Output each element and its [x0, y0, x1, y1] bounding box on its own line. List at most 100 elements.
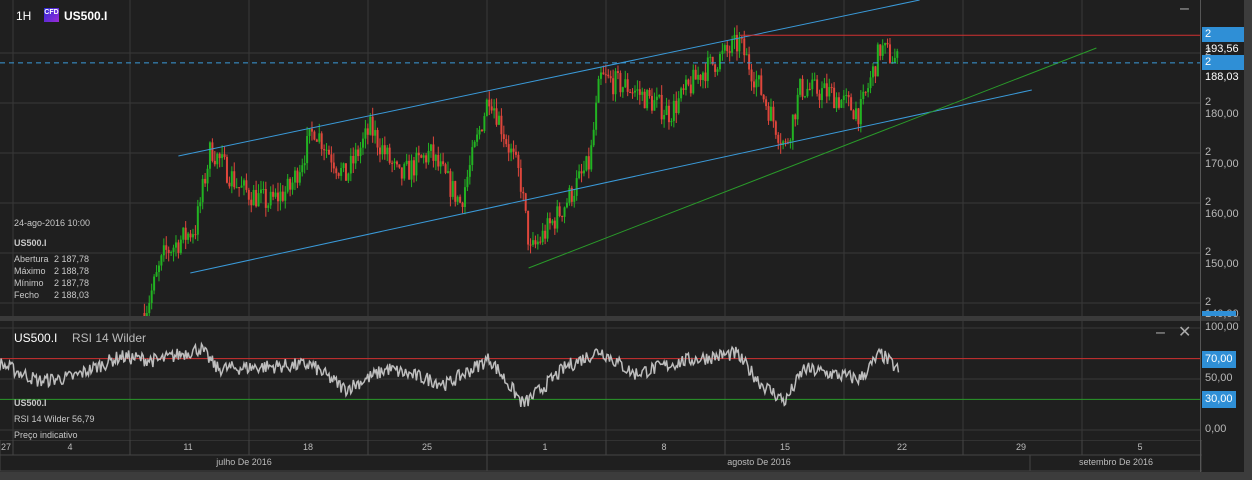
candle: [682, 88, 685, 90]
candle: [376, 130, 379, 148]
scroll-tag[interactable]: [1202, 311, 1236, 316]
candle: [444, 164, 447, 173]
candle: [510, 148, 513, 153]
candle: [876, 44, 879, 77]
candle: [213, 160, 216, 165]
candle: [638, 89, 641, 95]
candle: [308, 128, 311, 136]
candle: [536, 241, 539, 245]
candle: [803, 96, 806, 98]
candle: [206, 168, 209, 184]
candle: [330, 154, 333, 163]
candle: [670, 121, 673, 123]
candle: [837, 97, 840, 108]
candle: [619, 72, 622, 93]
candle: [157, 265, 160, 273]
candle: [590, 145, 593, 170]
candle: [403, 164, 406, 179]
candle: [721, 50, 724, 55]
candle: [463, 187, 466, 207]
candle: [808, 88, 811, 90]
candle: [245, 180, 248, 190]
candle: [427, 150, 430, 163]
candle: [862, 91, 865, 99]
candle: [748, 54, 751, 70]
candle: [522, 191, 525, 194]
candle: [412, 160, 415, 176]
minimize-icon[interactable]: –: [1156, 325, 1165, 341]
candle: [546, 218, 549, 239]
minimize-icon[interactable]: –: [1180, 1, 1189, 17]
day-label: 4: [67, 442, 73, 452]
candle: [653, 100, 656, 111]
rsi-title: RSI 14 Wilder: [72, 331, 147, 345]
candle: [199, 202, 202, 207]
candle: [599, 72, 602, 79]
candle: [148, 302, 151, 314]
candle: [293, 170, 296, 183]
candle: [743, 38, 746, 56]
candle: [332, 162, 335, 169]
candle: [512, 148, 515, 152]
symbol-label[interactable]: US500.I: [64, 9, 107, 23]
candle: [208, 142, 211, 169]
candle: [405, 160, 408, 165]
candle: [162, 245, 165, 256]
candle: [327, 149, 330, 155]
price-tick-label: 2 160,00: [1205, 196, 1239, 220]
candle: [179, 239, 182, 253]
candle: [347, 173, 350, 181]
rsi-chart[interactable]: [0, 321, 1200, 441]
candle: [361, 138, 364, 148]
candle: [238, 187, 241, 189]
candle: [325, 149, 328, 151]
candle: [250, 199, 253, 206]
info-datetime: 24-ago-2016 10:00: [14, 218, 91, 228]
rsi-info-symbol: US500.I: [14, 398, 47, 408]
candle: [187, 233, 190, 240]
ohlc-label: Máximo: [14, 266, 46, 276]
price-tick-label: 2 180,00: [1205, 96, 1239, 120]
day-label: 25: [421, 442, 433, 452]
candle: [699, 74, 702, 81]
candle: [400, 167, 403, 179]
candle: [626, 79, 629, 92]
candle: [631, 92, 634, 94]
candle: [658, 94, 661, 97]
month-label: agosto De 2016: [727, 457, 791, 467]
candle: [184, 227, 187, 240]
candle: [842, 95, 845, 101]
candle: [318, 133, 321, 142]
candle: [289, 178, 292, 190]
candle: [497, 115, 500, 125]
candle: [850, 97, 853, 111]
candle: [194, 234, 197, 236]
candle: [529, 244, 532, 246]
candle: [609, 76, 612, 79]
candle: [415, 152, 418, 176]
candle: [801, 78, 804, 97]
timeframe-label[interactable]: 1H: [16, 9, 31, 23]
candle: [663, 115, 666, 120]
day-label: 8: [661, 442, 667, 452]
candle: [291, 182, 294, 190]
candle: [752, 81, 755, 88]
candle: [881, 45, 884, 56]
candle: [344, 163, 347, 181]
candle: [648, 90, 651, 96]
ohlc-value: 2 188,78: [54, 266, 90, 276]
price-chart[interactable]: [0, 0, 1200, 316]
candle: [296, 170, 299, 183]
candle: [366, 128, 369, 135]
close-icon[interactable]: ✕: [1178, 325, 1191, 341]
candle: [466, 176, 469, 188]
day-label: 15: [779, 442, 791, 452]
candle: [854, 108, 857, 120]
rsi-info-note: Preço indicativo: [14, 430, 78, 440]
candle: [602, 72, 605, 75]
day-label: 1: [542, 442, 548, 452]
candle: [864, 91, 867, 93]
candle: [558, 206, 561, 217]
candle: [262, 188, 265, 190]
candle: [835, 97, 838, 109]
